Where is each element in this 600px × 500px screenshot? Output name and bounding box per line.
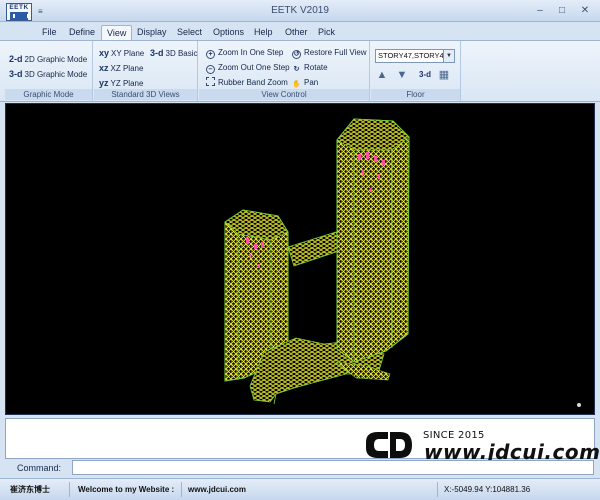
3d-graphic-mode-button[interactable]: 3-d 3D Graphic Mode (9, 67, 87, 81)
xz-plane-button[interactable]: xz XZ Plane (99, 61, 143, 75)
window-title: EETK V2019 (271, 5, 329, 16)
command-input[interactable] (72, 460, 594, 475)
pan-button[interactable]: ✋ Pan (292, 76, 318, 90)
zoom-in-one-step-button[interactable]: + Zoom In One Step (206, 46, 283, 60)
menu-bar: File Define View Display Select Options … (0, 22, 600, 60)
chevron-down-icon[interactable]: ▼ (443, 50, 454, 62)
group-graphic-mode: 2-d 2D Graphic Mode 3-d 3D Graphic Mode Gr… (5, 41, 93, 101)
zoom-out-one-step-button[interactable]: – Zoom Out One Step (206, 61, 290, 75)
floor-grid-icon[interactable]: ▦ (437, 68, 451, 82)
rotate-icon: ↻ (293, 66, 300, 73)
restore-full-view-button[interactable]: ↺ Restore Full View (292, 46, 367, 60)
command-label: Command: (17, 463, 62, 473)
model-viewport[interactable] (5, 103, 595, 415)
3d-basic-button[interactable]: 3-d 3D Basic (150, 46, 198, 60)
tab-other[interactable]: Other (280, 25, 313, 40)
2d-graphic-mode-button[interactable]: 2-d 2D Graphic Mode (9, 52, 87, 66)
minimize-button[interactable]: – (532, 4, 548, 17)
status-website-link[interactable]: www.jdcui.com (184, 482, 438, 497)
zoom-in-icon: + (206, 50, 215, 59)
tab-view[interactable]: View (101, 25, 133, 40)
status-user: 崔济东博士 (6, 482, 70, 497)
floor-3d-view-button[interactable]: 3-d (415, 68, 435, 82)
3d-basic-icon: 3-d (150, 48, 164, 58)
status-welcome-text: Welcome to my Website : (74, 482, 182, 497)
title-bar: EETK ≡ EETK V2019 – □ ✕ (0, 0, 600, 22)
3d-icon: 3-d (9, 69, 23, 79)
maximize-button[interactable]: □ (554, 4, 570, 17)
close-button[interactable]: ✕ (577, 4, 593, 17)
model-wireframe (224, 118, 410, 405)
group-label-graphic-mode: Graphic Mode (5, 89, 92, 100)
group-label-standard-3d-views: Standard 3D Views (94, 89, 197, 100)
floor-down-icon[interactable]: ▼ (395, 68, 409, 82)
rubber-band-zoom-button[interactable]: Rubber Band Zoom (206, 76, 288, 90)
story-select-value: STORY47,STORY4 (378, 51, 444, 60)
right-tower (336, 118, 410, 363)
tab-file[interactable]: File (37, 25, 62, 40)
status-coordinates: X:-5049.94 Y:104881.36 (444, 485, 531, 494)
group-floor: STORY47,STORY4 ▼ ▲ ▼ 3-d ▦ Floor (371, 41, 461, 101)
group-standard-3d-views: xy XY Plane 3-d 3D Basic xz XZ Plane yz YZ P… (94, 41, 198, 101)
tab-options[interactable]: Options (208, 25, 249, 40)
yz-plane-button[interactable]: yz YZ Plane (99, 76, 143, 90)
sky-bridge (287, 231, 343, 267)
viewport-origin-marker (577, 403, 581, 407)
zoom-out-icon: – (206, 65, 215, 74)
tab-define[interactable]: Define (64, 25, 100, 40)
rubber-band-icon (206, 77, 215, 86)
tab-pick[interactable]: Pick (313, 25, 340, 40)
tab-select[interactable]: Select (172, 25, 207, 40)
xy-plane-button[interactable]: xy XY Plane (99, 46, 144, 60)
yz-icon: yz (99, 78, 109, 88)
xy-icon: xy (99, 48, 110, 58)
tab-display[interactable]: Display (132, 25, 172, 40)
status-bar: 崔济东博士 Welcome to my Website : www.jdcui.… (0, 478, 600, 500)
rotate-button[interactable]: ↻ Rotate (292, 61, 328, 75)
app-window: EETK ≡ EETK V2019 – □ ✕ File Define View… (0, 0, 600, 500)
2d-icon: 2-d (9, 54, 23, 64)
group-label-floor: Floor (371, 89, 460, 100)
ribbon: 2-d 2D Graphic Mode 3-d 3D Graphic Mode Gr… (0, 40, 600, 102)
story-select[interactable]: STORY47,STORY4 ▼ (375, 49, 455, 63)
xz-icon: xz (99, 63, 109, 73)
group-view-control: + Zoom In One Step ↺ Restore Full View – Zo… (199, 41, 370, 101)
group-label-view-control: View Control (199, 89, 369, 100)
floor-up-icon[interactable]: ▲ (375, 68, 389, 82)
restore-full-view-icon: ↺ (292, 50, 301, 59)
tab-help[interactable]: Help (249, 25, 278, 40)
